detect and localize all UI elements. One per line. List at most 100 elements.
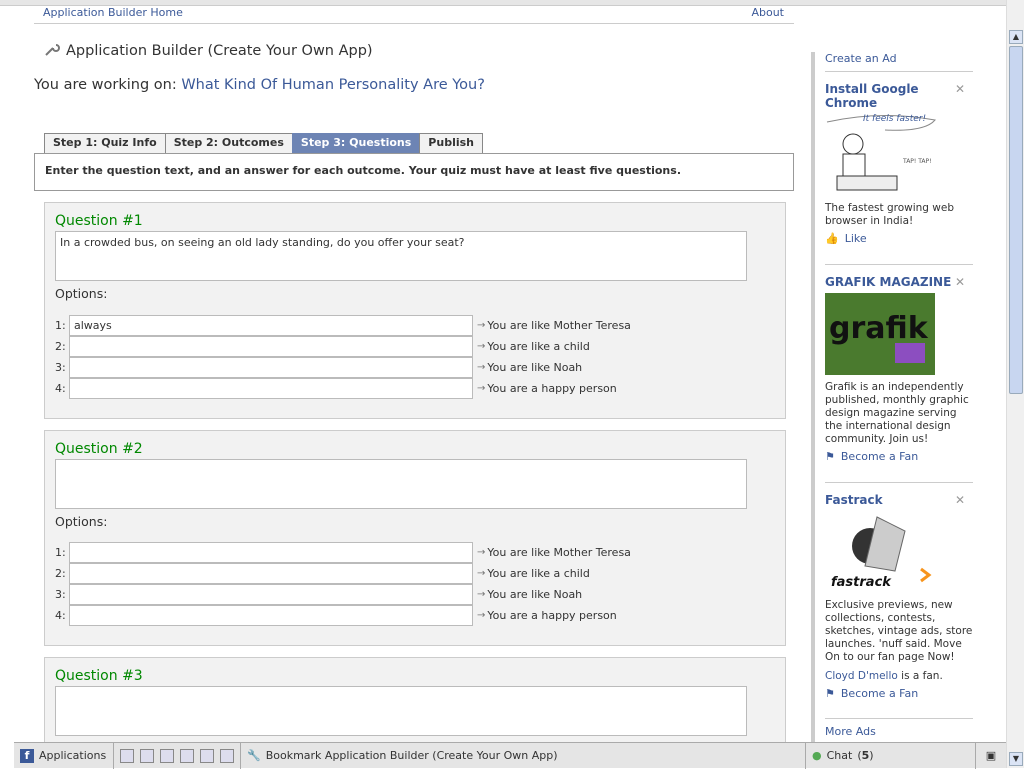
question-block-2: Question #2 Options: 1: → You are like M…: [44, 430, 786, 646]
chat-count: 5: [861, 749, 870, 762]
scrollbar[interactable]: ▲ ▼: [1006, 0, 1024, 768]
option-input[interactable]: [69, 542, 473, 563]
option-number: 3:: [55, 588, 66, 601]
outcome-label: You are like Mother Teresa: [487, 546, 631, 559]
option-input[interactable]: [69, 357, 473, 378]
option-input[interactable]: always: [69, 315, 473, 336]
arrow-icon: →: [477, 341, 486, 352]
photos-icon[interactable]: [140, 748, 154, 763]
more-ads-row: More Ads: [825, 718, 973, 738]
close-icon[interactable]: ✕: [955, 82, 965, 96]
question-text-field[interactable]: [55, 459, 747, 509]
question-block-3: Question #3: [44, 657, 786, 747]
more-ads-link[interactable]: More Ads: [825, 725, 876, 738]
ad-description: The fastest growing web browser in India…: [825, 202, 955, 227]
scroll-thumb[interactable]: [1009, 46, 1023, 394]
close-icon[interactable]: ✕: [955, 493, 965, 507]
option-input[interactable]: [69, 336, 473, 357]
ad-image[interactable]: It feels faster! TAP! TAP!: [825, 114, 937, 196]
tab-quiz-info[interactable]: Step 1: Quiz Info: [44, 133, 166, 153]
friends-icon[interactable]: [160, 748, 174, 763]
notifications-icon[interactable]: ▣: [976, 743, 1006, 769]
instructions: Enter the question text, and an answer f…: [34, 153, 794, 191]
notes-icon[interactable]: [220, 748, 234, 763]
ad-image[interactable]: grafik: [825, 293, 935, 375]
chat-label: Chat: [826, 749, 853, 762]
arrow-icon: →: [477, 320, 486, 331]
bottom-bar: f Applications 🔧 Bookmark Application Bu…: [14, 742, 1006, 769]
question-title: Question #2: [55, 441, 143, 457]
ad-title[interactable]: GRAFIK MAGAZINE: [825, 275, 973, 289]
arrow-icon: →: [477, 362, 486, 373]
option-row: 2: → You are like a child: [55, 563, 590, 584]
app-builder-home-link[interactable]: Application Builder Home: [43, 6, 183, 19]
ad-image-caption: It feels faster!: [863, 114, 927, 124]
option-number: 4:: [55, 382, 66, 395]
tab-questions[interactable]: Step 3: Questions: [291, 133, 421, 153]
chat-users-icon: ●: [812, 749, 822, 762]
scroll-up-icon[interactable]: ▲: [1009, 30, 1023, 44]
ad-fastrack: Fastrack ✕ fastrack Exclusive previews, …: [825, 482, 973, 700]
like-link[interactable]: Like: [845, 232, 867, 245]
facebook-app-icon[interactable]: [120, 748, 134, 763]
bookmark-label: Bookmark Application Builder (Create You…: [265, 749, 558, 762]
chat-button[interactable]: ● Chat (5): [806, 742, 976, 769]
tab-outcomes[interactable]: Step 2: Outcomes: [164, 133, 293, 153]
arrow-icon: →: [477, 547, 486, 558]
like-action[interactable]: 👍 Like: [825, 232, 973, 245]
ad-image[interactable]: fastrack: [825, 511, 935, 593]
scroll-down-icon[interactable]: ▼: [1009, 752, 1023, 766]
ad-title[interactable]: Install Google Chrome: [825, 82, 973, 110]
create-ad-link[interactable]: Create an Ad: [825, 52, 897, 65]
option-input[interactable]: [69, 605, 473, 626]
option-input[interactable]: [69, 378, 473, 399]
outcome-label: You are like Noah: [487, 361, 583, 374]
fan-icon: ⚑: [825, 450, 835, 463]
option-number: 4:: [55, 609, 66, 622]
option-row: 3: → You are like Noah: [55, 584, 582, 605]
facebook-icon: f: [20, 748, 34, 763]
option-row: 2: → You are like a child: [55, 336, 590, 357]
option-number: 2:: [55, 340, 66, 353]
option-row: 1: always → You are like Mother Teresa: [55, 315, 631, 336]
option-input[interactable]: [69, 584, 473, 605]
groups-icon[interactable]: [180, 748, 194, 763]
ad-description: Grafik is an independently published, mo…: [825, 381, 969, 445]
become-fan-action[interactable]: ⚑ Become a Fan: [825, 687, 973, 700]
applications-label: Applications: [39, 749, 107, 762]
ad-grafik: GRAFIK MAGAZINE ✕ grafik Grafik is an in…: [825, 264, 973, 463]
fan-name-link[interactable]: Cloyd D'mello: [825, 670, 898, 682]
option-number: 2:: [55, 567, 66, 580]
ad-image-caption: grafik: [829, 311, 928, 346]
ad-image-caption: fastrack: [831, 575, 891, 590]
outcome-label: You are a happy person: [487, 382, 617, 395]
option-number: 1:: [55, 319, 66, 332]
bottombar-shortcuts: [114, 742, 241, 769]
tab-publish[interactable]: Publish: [419, 133, 483, 153]
page-title: Application Builder (Create Your Own App…: [44, 41, 373, 61]
bookmark-app-button[interactable]: 🔧 Bookmark Application Builder (Create Y…: [241, 742, 806, 769]
become-fan-action[interactable]: ⚑ Become a Fan: [825, 450, 973, 463]
question-text-field[interactable]: [55, 686, 747, 736]
arrow-icon: →: [477, 610, 486, 621]
column-divider: [811, 52, 815, 742]
working-value-link[interactable]: What Kind Of Human Personality Are You?: [181, 77, 485, 93]
about-link[interactable]: About: [751, 6, 784, 19]
bookmark-icon: 🔧: [247, 749, 261, 762]
applications-button[interactable]: f Applications: [14, 742, 114, 769]
outcome-label: You are like Noah: [487, 588, 583, 601]
fan-icon: ⚑: [825, 687, 835, 700]
become-fan-link[interactable]: Become a Fan: [841, 687, 918, 700]
become-fan-link[interactable]: Become a Fan: [841, 450, 918, 463]
ad-description: Exclusive previews, new collections, con…: [825, 599, 973, 663]
close-icon[interactable]: ✕: [955, 275, 965, 289]
ad-title[interactable]: Fastrack: [825, 493, 973, 507]
calendar-icon[interactable]: [200, 748, 214, 763]
ad-social: Cloyd D'mello is a fan.: [825, 670, 973, 683]
arrow-icon: →: [477, 589, 486, 600]
options-label: Options:: [55, 286, 108, 301]
question-text-field[interactable]: In a crowded bus, on seeing an old lady …: [55, 231, 747, 281]
option-input[interactable]: [69, 563, 473, 584]
ad-image-note: TAP! TAP!: [903, 158, 932, 165]
outcome-label: You are a happy person: [487, 609, 617, 622]
